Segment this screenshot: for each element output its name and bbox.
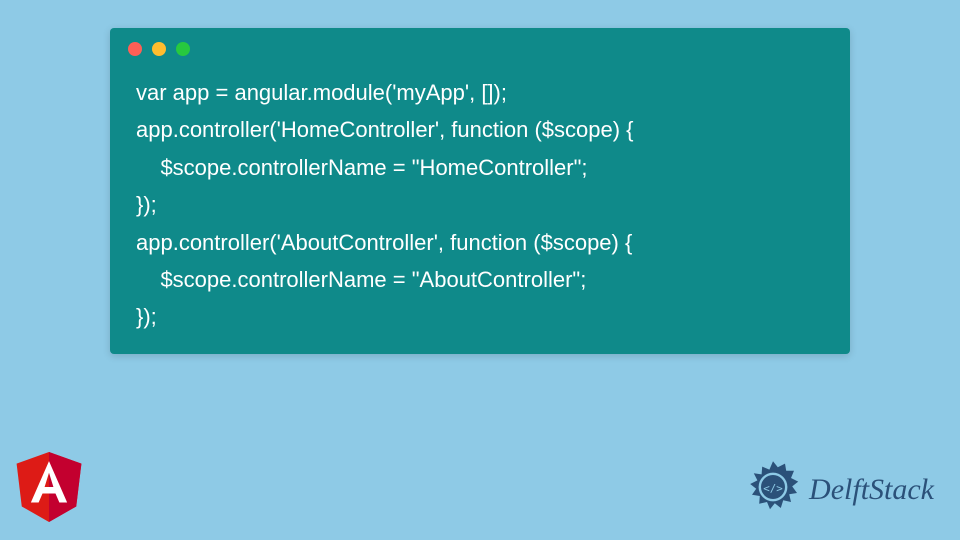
code-line: app.controller('HomeController', functio… [136, 117, 634, 142]
brand-badge: </> DelftStack [743, 460, 934, 520]
code-snippet-card: var app = angular.module('myApp', []); a… [110, 28, 850, 354]
maximize-dot-icon [176, 42, 190, 56]
svg-text:</>: </> [763, 482, 783, 495]
delftstack-gear-icon: </> [743, 460, 803, 520]
code-line: var app = angular.module('myApp', []); [136, 80, 507, 105]
angular-logo-icon [16, 452, 82, 522]
code-content: var app = angular.module('myApp', []); a… [110, 64, 850, 336]
brand-name: DelftStack [809, 473, 934, 507]
code-line: $scope.controllerName = "HomeController"… [136, 155, 588, 180]
code-line: app.controller('AboutController', functi… [136, 230, 632, 255]
minimize-dot-icon [152, 42, 166, 56]
window-controls [110, 28, 850, 64]
code-line: $scope.controllerName = "AboutController… [136, 267, 586, 292]
close-dot-icon [128, 42, 142, 56]
code-line: }); [136, 192, 157, 217]
code-line: }); [136, 304, 157, 329]
